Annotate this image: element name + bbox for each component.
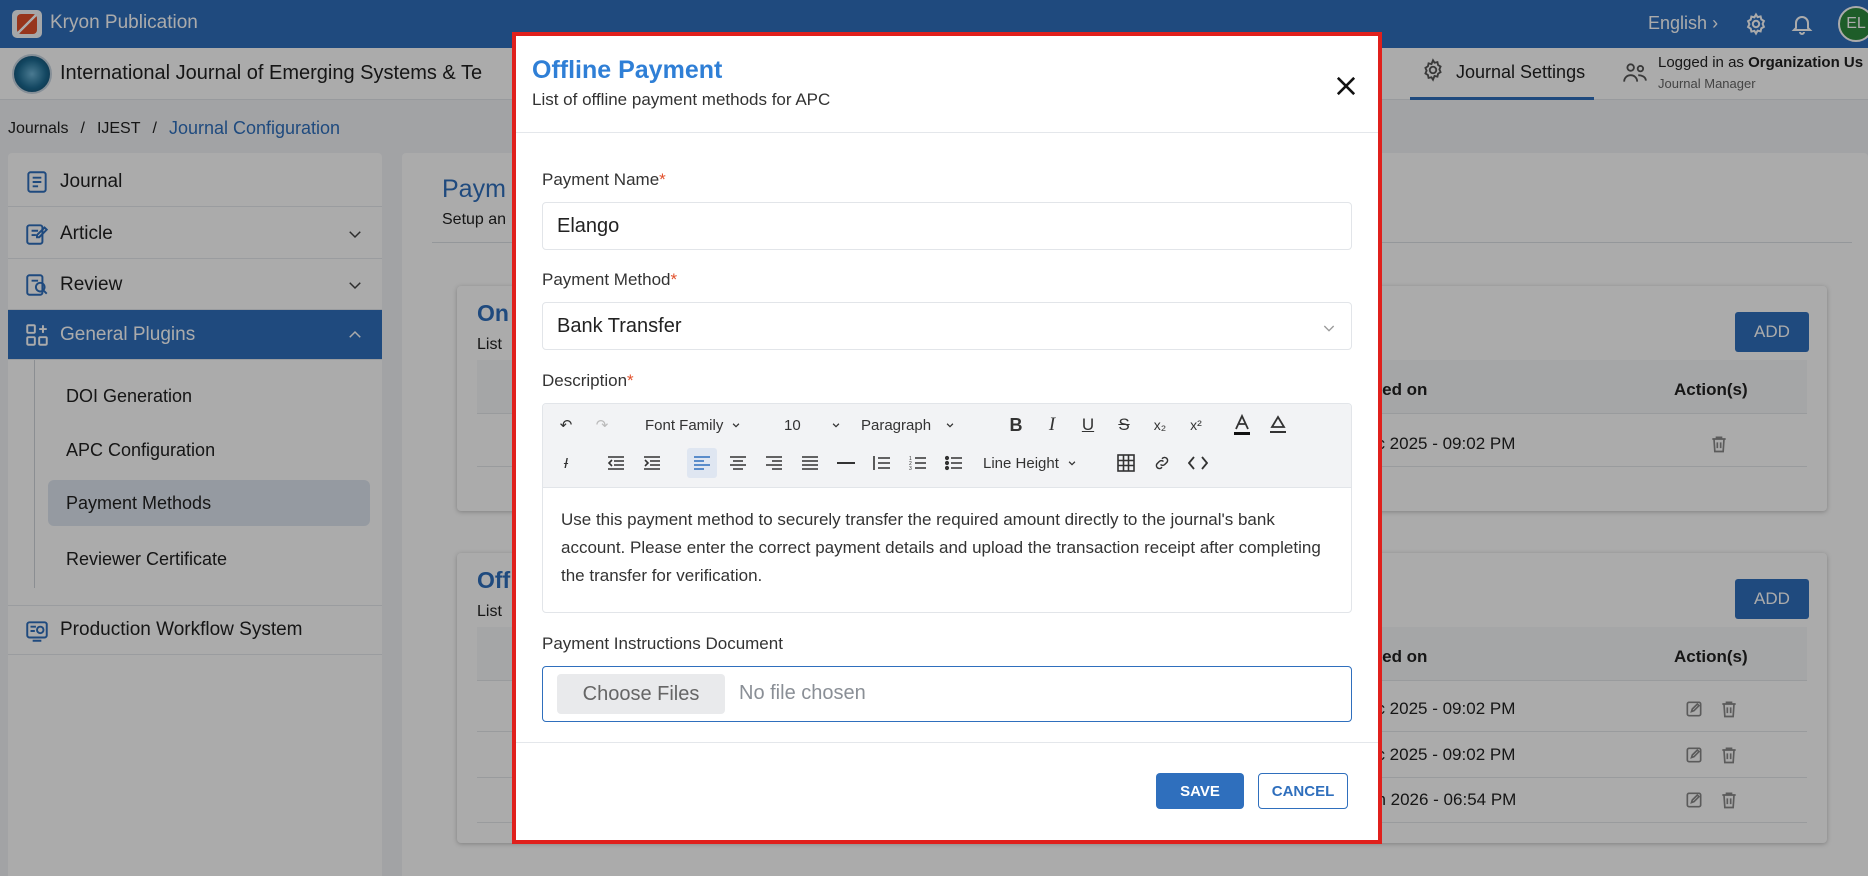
modal-header-divider [516, 132, 1378, 133]
editor-toolbar: ↶ ↷ Font Family 10 Paragraph B I U S x₂ … [543, 404, 1351, 488]
required-mark: * [670, 270, 678, 289]
offline-payment-modal: Offline Payment List of offline payment … [512, 32, 1382, 844]
description-content[interactable]: Use this payment method to securely tran… [561, 506, 1341, 590]
font-size-select[interactable]: 10 [784, 410, 841, 440]
no-file-text: No file chosen [739, 682, 866, 704]
underline-icon[interactable]: U [1073, 410, 1103, 440]
highlight-color-icon[interactable] [1263, 410, 1293, 440]
source-code-icon[interactable] [1183, 448, 1213, 478]
indent-icon[interactable] [637, 448, 667, 478]
svg-text:3: 3 [909, 466, 912, 471]
font-family-select[interactable]: Font Family [645, 410, 741, 440]
table-icon[interactable] [1111, 448, 1141, 478]
required-mark: * [659, 170, 666, 189]
italic-icon[interactable]: I [1037, 410, 1067, 440]
align-right-icon[interactable] [759, 448, 789, 478]
payment-method-select[interactable]: Bank Transfer [542, 302, 1352, 350]
align-center-icon[interactable] [723, 448, 753, 478]
payment-name-input[interactable]: Elango [542, 202, 1352, 250]
clear-formatting-icon[interactable]: I [551, 448, 581, 478]
save-button[interactable]: SAVE [1156, 773, 1244, 809]
chevron-down-icon [1321, 319, 1337, 335]
payment-name-value: Elango [557, 214, 620, 237]
superscript-icon[interactable]: x² [1181, 410, 1211, 440]
align-left-icon[interactable] [687, 448, 717, 478]
link-icon[interactable] [1147, 448, 1177, 478]
blockquote-icon[interactable] [867, 448, 897, 478]
description-label: Description* [542, 371, 634, 390]
payment-method-value: Bank Transfer [557, 314, 682, 337]
payment-document-file-input[interactable]: Choose Files No file chosen [542, 666, 1352, 722]
block-format-select[interactable]: Paragraph [861, 410, 955, 440]
choose-files-button[interactable]: Choose Files [557, 674, 725, 714]
line-height-select[interactable]: Line Height [983, 448, 1077, 478]
modal-subtitle: List of offline payment methods for APC [532, 90, 831, 109]
modal-title: Offline Payment [532, 56, 723, 84]
chevron-down-icon [1068, 461, 1076, 466]
numbered-list-icon[interactable]: 123 [903, 448, 933, 478]
required-mark: * [627, 371, 634, 390]
outdent-icon[interactable] [601, 448, 631, 478]
payment-document-label: Payment Instructions Document [542, 634, 783, 653]
description-editor: ↶ ↷ Font Family 10 Paragraph B I U S x₂ … [542, 403, 1352, 613]
bold-icon[interactable]: B [1001, 410, 1031, 440]
undo-icon[interactable]: ↶ [551, 410, 581, 440]
chevron-down-icon [733, 423, 740, 428]
cancel-button[interactable]: CANCEL [1258, 773, 1348, 809]
chevron-down-icon [946, 423, 954, 428]
close-icon[interactable] [1332, 72, 1360, 100]
chevron-down-icon [832, 423, 840, 428]
strikethrough-icon[interactable]: S [1109, 410, 1139, 440]
text-color-icon[interactable] [1227, 410, 1257, 440]
align-justify-icon[interactable] [795, 448, 825, 478]
payment-method-label: Payment Method* [542, 270, 678, 289]
modal-footer-divider [516, 742, 1378, 743]
redo-icon[interactable]: ↷ [587, 410, 617, 440]
payment-name-label: Payment Name* [542, 170, 666, 189]
subscript-icon[interactable]: x₂ [1145, 410, 1175, 440]
horizontal-rule-icon[interactable] [831, 448, 861, 478]
bullet-list-icon[interactable] [939, 448, 969, 478]
